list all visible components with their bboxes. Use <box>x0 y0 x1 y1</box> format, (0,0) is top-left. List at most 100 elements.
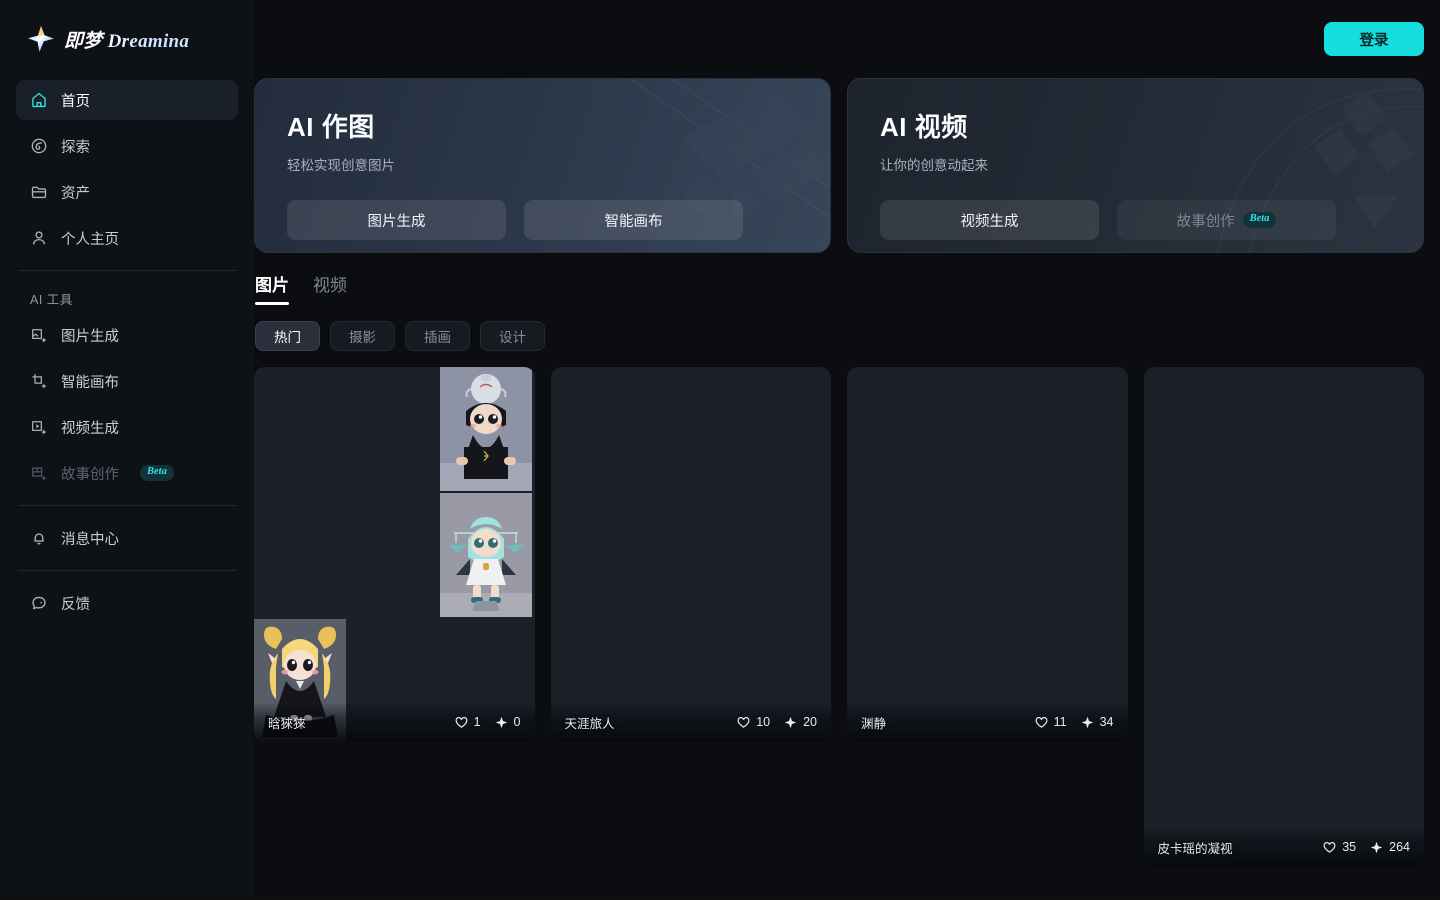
home-icon <box>30 91 48 109</box>
main-content: 登录 AI 作图 轻松实现创意图片 图片生成 智能画布 AI 视频 让你的创意动… <box>254 0 1440 900</box>
sidebar-item-messages[interactable]: 消息中心 <box>16 518 238 558</box>
sidebar-divider-top <box>18 270 236 271</box>
sidebar-item-label: 视频生成 <box>61 420 119 437</box>
category-chips: 热门 摄影 插画 设计 <box>254 321 1424 351</box>
card-author: 渊静 <box>861 716 887 731</box>
sidebar-item-label: 图片生成 <box>61 328 119 345</box>
star-sparkle-logo-icon <box>27 25 55 53</box>
sidebar-item-canvas[interactable]: 智能画布 <box>16 361 238 401</box>
sidebar-item-assets[interactable]: 资产 <box>16 172 238 212</box>
card-footer: 天涯旅人 10 20 <box>550 702 831 742</box>
hero-button-group: 视频生成 故事创作 Beta <box>880 200 1391 240</box>
tab-images[interactable]: 图片 <box>255 271 289 305</box>
user-icon <box>30 229 48 247</box>
card-media <box>550 367 831 742</box>
card-thumbnail[interactable] <box>440 367 532 491</box>
chip-hot[interactable]: 热门 <box>255 321 320 351</box>
card-author: 天涯旅人 <box>564 716 615 731</box>
gallery-card[interactable]: 渊静 11 34 <box>847 367 1128 742</box>
card-likes-count: 10 <box>756 715 771 729</box>
card-likes-count: 11 <box>1053 715 1067 729</box>
hero-button-story[interactable]: 故事创作 Beta <box>1117 200 1336 240</box>
tab-videos[interactable]: 视频 <box>313 271 347 305</box>
card-footer: 渊静 11 34 <box>847 702 1128 742</box>
login-button[interactable]: 登录 <box>1324 22 1424 56</box>
topbar: 登录 <box>254 0 1440 78</box>
story-icon <box>30 464 48 482</box>
sparkle-icon <box>495 716 507 728</box>
heart-icon <box>455 716 467 728</box>
card-sparks-count: 0 <box>513 715 521 729</box>
sidebar-item-label: 资产 <box>61 185 90 202</box>
sidebar-primary-nav: 首页 探索 资产 个人主页 <box>16 80 238 258</box>
video-generate-icon <box>30 418 48 436</box>
hero-button-group: 图片生成 智能画布 <box>287 200 798 240</box>
heart-icon <box>1035 716 1048 728</box>
card-media <box>847 367 1128 742</box>
card-likes-count: 1 <box>473 715 481 729</box>
sidebar-divider-mid <box>18 505 236 506</box>
gallery-card[interactable]: 晗猍猍 1 0 <box>254 367 535 742</box>
card-sparks-count: 264 <box>1389 840 1410 854</box>
chip-photography[interactable]: 摄影 <box>330 321 395 351</box>
gallery-card[interactable]: 天涯旅人 10 20 <box>550 367 831 742</box>
card-likes-count: 35 <box>1342 840 1357 854</box>
sidebar-item-label: 探索 <box>61 139 90 156</box>
sidebar-item-label: 消息中心 <box>61 531 119 548</box>
card-sparks[interactable]: 20 <box>784 715 817 729</box>
content-area: AI 作图 轻松实现创意图片 图片生成 智能画布 AI 视频 让你的创意动起来 … <box>254 78 1440 900</box>
sidebar-feedback-nav: 反馈 <box>16 583 238 623</box>
sidebar-item-image-generate[interactable]: 图片生成 <box>16 315 238 355</box>
card-footer: 皮卡瑶的凝视 35 264 <box>1143 827 1424 867</box>
hero-button-story-label: 故事创作 <box>1176 213 1235 230</box>
card-author: 晗猍猍 <box>268 716 306 731</box>
sidebar-item-label: 故事创作 <box>61 466 119 483</box>
hero-button-video-generate[interactable]: 视频生成 <box>880 200 1099 240</box>
heart-icon <box>1323 841 1336 853</box>
sidebar-item-profile[interactable]: 个人主页 <box>16 218 238 258</box>
card-likes[interactable]: 1 <box>455 715 481 729</box>
heart-icon <box>737 716 750 728</box>
hero-subtitle: 让你的创意动起来 <box>880 158 988 173</box>
app-root: 即梦 Dreamina 首页 探索 资产 个人主页 AI 工具 图片生成 智能画… <box>0 0 1440 900</box>
hero-title: AI 作图 <box>287 107 798 144</box>
card-sparks-count: 20 <box>803 715 817 729</box>
card-footer: 晗猍猍 1 0 <box>254 702 535 742</box>
chip-design[interactable]: 设计 <box>480 321 545 351</box>
sidebar-divider-bottom <box>18 570 236 571</box>
card-sparks[interactable]: 34 <box>1081 715 1114 729</box>
sidebar-item-label: 首页 <box>61 93 90 110</box>
card-likes[interactable]: 35 <box>1323 840 1356 854</box>
card-sparks[interactable]: 0 <box>495 715 521 729</box>
sidebar-messages-nav: 消息中心 <box>16 518 238 558</box>
sidebar-item-story[interactable]: 故事创作 Beta <box>16 453 238 493</box>
brand-logo[interactable]: 即梦 Dreamina <box>16 0 238 78</box>
sidebar: 即梦 Dreamina 首页 探索 资产 个人主页 AI 工具 图片生成 智能画… <box>0 0 254 900</box>
sparkle-icon <box>1370 841 1383 853</box>
card-sparks[interactable]: 264 <box>1370 840 1410 854</box>
card-media <box>1143 367 1424 867</box>
gallery-card[interactable]: 皮卡瑶的凝视 35 264 <box>1143 367 1424 867</box>
hero-button-image-generate[interactable]: 图片生成 <box>287 200 506 240</box>
gallery-tabs: 图片 视频 <box>254 271 1424 305</box>
brand-name: 即梦 Dreamina <box>64 26 189 53</box>
hero-card-ai-image[interactable]: AI 作图 轻松实现创意图片 图片生成 智能画布 <box>254 78 831 253</box>
card-stats: 35 264 <box>1323 840 1410 854</box>
sidebar-item-explore[interactable]: 探索 <box>16 126 238 166</box>
canvas-icon <box>30 372 48 390</box>
sidebar-item-feedback[interactable]: 反馈 <box>16 583 238 623</box>
sidebar-item-label: 智能画布 <box>61 374 119 391</box>
hero-card-ai-video[interactable]: AI 视频 让你的创意动起来 视频生成 故事创作 Beta <box>847 78 1424 253</box>
card-likes[interactable]: 11 <box>1035 715 1067 729</box>
image-generate-icon <box>30 326 48 344</box>
sidebar-item-home[interactable]: 首页 <box>16 80 238 120</box>
hero-button-canvas[interactable]: 智能画布 <box>524 200 743 240</box>
beta-badge: Beta <box>140 465 174 481</box>
gallery-grid: 晗猍猍 1 0 天涯旅人 10 20 渊静 11 34 皮卡瑶的凝视 35 26… <box>254 367 1424 900</box>
chip-illustration[interactable]: 插画 <box>405 321 470 351</box>
card-stats: 1 0 <box>455 715 521 729</box>
card-likes[interactable]: 10 <box>737 715 770 729</box>
sidebar-item-video-generate[interactable]: 视频生成 <box>16 407 238 447</box>
sidebar-tools-nav: 图片生成 智能画布 视频生成 故事创作 Beta <box>16 315 238 493</box>
card-thumbnail[interactable] <box>440 493 532 617</box>
